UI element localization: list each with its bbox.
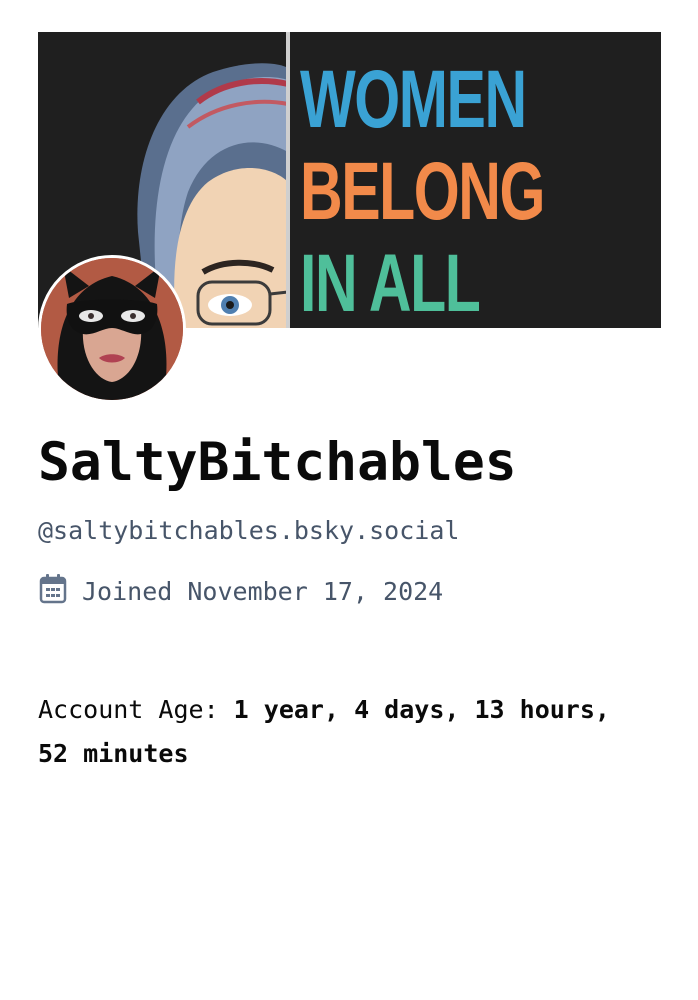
avatar[interactable]: [38, 255, 186, 403]
profile-handle: @saltybitchables.bsky.social: [38, 516, 460, 545]
banner-line-belong: BELONG: [300, 146, 545, 237]
banner-line-women: WOMEN: [300, 54, 527, 145]
account-age: Account Age: 1 year, 4 days, 13 hours, 5…: [38, 688, 638, 776]
banner-headline: WOMEN BELONG IN ALL: [300, 54, 639, 328]
banner-line-in-all: IN ALL: [300, 238, 481, 328]
joined-date-text: Joined November 17, 2024: [82, 576, 444, 606]
display-name: SaltyBitchables: [38, 432, 517, 493]
avatar-illustration: [41, 258, 183, 400]
account-age-label: Account Age:: [38, 695, 234, 724]
joined-date-row: Joined November 17, 2024: [38, 571, 443, 611]
calendar-icon: [38, 573, 68, 609]
